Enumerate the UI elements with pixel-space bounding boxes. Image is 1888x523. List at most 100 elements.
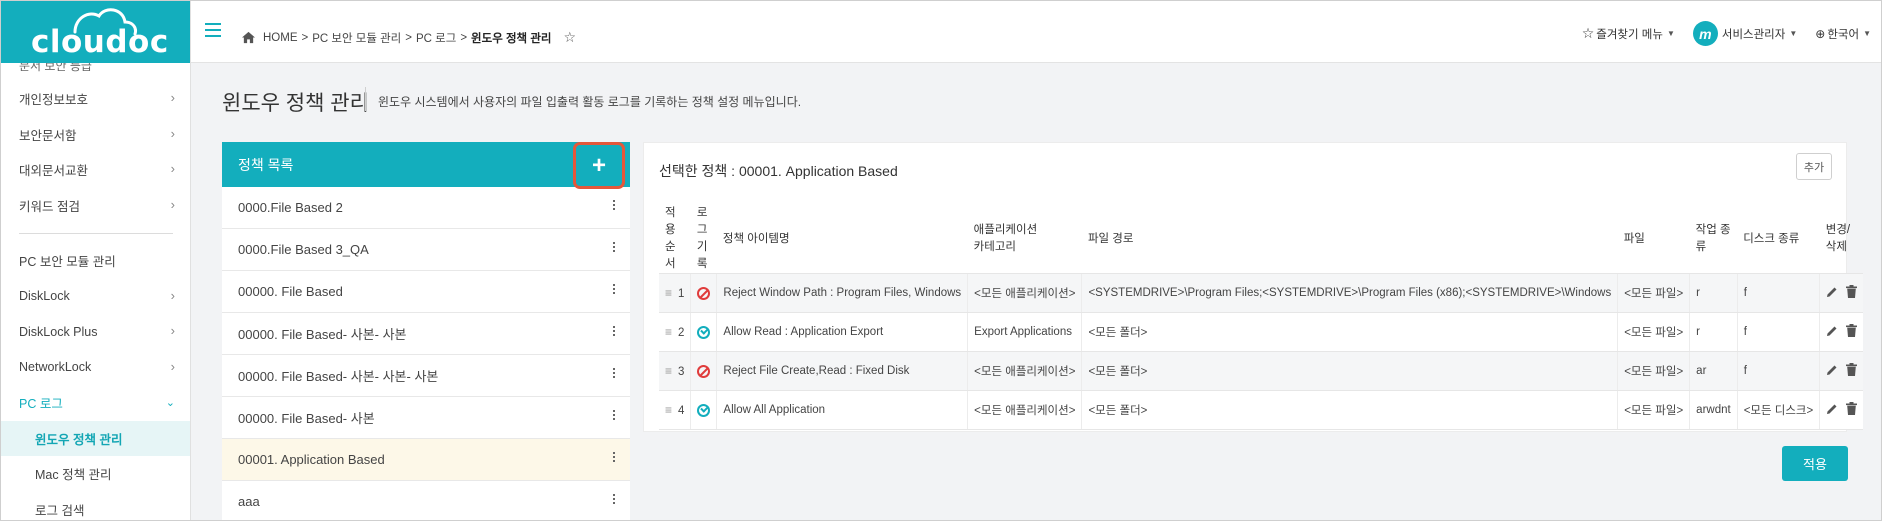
user-menu[interactable]: m 서비스관리자 ▼ — [1692, 21, 1798, 46]
sidebar-item-pc-log[interactable]: PC 로그 ⌄ — [1, 385, 190, 421]
breadcrumb-pc-module[interactable]: PC 보안 모듈 관리 — [312, 30, 401, 46]
row-actions — [1826, 324, 1858, 338]
list-item[interactable]: 0000.File Based 3_QA — [222, 229, 630, 271]
sidebar-item-label: 대외문서교환 — [19, 164, 89, 179]
policy-name: 00000. File Based — [238, 284, 343, 299]
language-label: 한국어 — [1827, 28, 1860, 41]
table-header-row: 적용 순서 로그 기록 정책 아이템명 애플리케이션 카테고리 파일 경로 파일 작… — [659, 205, 1864, 274]
list-item[interactable]: 0000.File Based 2 — [222, 187, 630, 229]
col-file: 파일 — [1617, 205, 1690, 274]
table-body: ≡ 1 Reject Window Path : Program Files, Wi… — [659, 273, 1864, 430]
more-vertical-icon[interactable] — [613, 410, 616, 422]
list-item[interactable]: 00000. File Based- 사본- 사본 — [222, 313, 630, 355]
drag-handle-icon[interactable]: ≡ — [665, 403, 672, 417]
menu-toggle-icon[interactable] — [205, 23, 221, 37]
cell-order: 1 — [678, 288, 685, 300]
sidebar-subitem-windows-policy[interactable]: 윈도우 정책 관리 — [1, 420, 190, 456]
list-item[interactable]: aaa — [222, 481, 630, 520]
trash-icon[interactable] — [1846, 324, 1858, 338]
breadcrumb-home[interactable]: HOME — [263, 32, 298, 44]
sidebar-item-external-exchange[interactable]: 대외문서교환 › — [1, 152, 190, 188]
pencil-icon[interactable] — [1826, 403, 1838, 415]
sidebar-item-privacy[interactable]: 개인정보보호 › — [1, 81, 190, 117]
add-policy-button[interactable]: + — [573, 142, 625, 189]
policy-items-table: 적용 순서 로그 기록 정책 아이템명 애플리케이션 카테고리 파일 경로 파일 작… — [659, 205, 1864, 430]
caret-down-icon: ▼ — [1789, 29, 1798, 38]
cell-op: arwdnt — [1689, 390, 1738, 430]
chevron-right-icon: › — [170, 287, 175, 303]
sidebar-item-disklock[interactable]: DiskLock › — [1, 279, 190, 315]
breadcrumb-separator: > — [460, 31, 468, 44]
list-item[interactable]: 00000. File Based- 사본- 사본- 사본 — [222, 355, 630, 397]
sidebar-subitem-log-search[interactable]: 로그 검색 — [1, 492, 190, 521]
title-divider — [365, 87, 366, 111]
sidebar-subitem-mac-policy[interactable]: Mac 정책 관리 — [1, 456, 190, 492]
sidebar-item-keyword-check[interactable]: 키워드 점검 › — [1, 188, 190, 224]
cell-path: <모든 폴더> — [1081, 390, 1619, 430]
cell-file: <모든 파일> — [1617, 351, 1691, 391]
list-item[interactable]: 00000. File Based- 사본 — [222, 397, 630, 439]
cell-path: <모든 폴더> — [1081, 312, 1619, 352]
add-item-button[interactable]: 추가 — [1796, 153, 1832, 180]
table-row[interactable]: ≡ 3 Reject File Create,Read : Fixed Disk <모… — [659, 351, 1864, 391]
drag-handle-icon[interactable]: ≡ — [665, 364, 672, 378]
apply-button[interactable]: 적용 — [1782, 446, 1848, 481]
table-row[interactable]: ≡ 1 Reject Window Path : Program Files, Wi… — [659, 273, 1864, 313]
cloudoc-logo: cloudoc — [31, 4, 168, 60]
trash-icon[interactable] — [1846, 363, 1858, 377]
sidebar-item-label: 키워드 점검 — [19, 199, 80, 214]
col-order: 적용 순서 — [659, 205, 691, 274]
cell-order: 3 — [678, 366, 685, 378]
sidebar-item-secure-docs[interactable]: 보안문서함 › — [1, 117, 190, 153]
cell-file: <모든 파일> — [1617, 390, 1691, 430]
trash-icon[interactable] — [1846, 285, 1858, 299]
row-actions — [1826, 285, 1858, 299]
more-vertical-icon[interactable] — [613, 200, 616, 212]
home-icon[interactable] — [241, 31, 256, 44]
list-item[interactable]: 00000. File Based — [222, 271, 630, 313]
sidebar-divider — [19, 233, 173, 234]
more-vertical-icon[interactable] — [613, 284, 616, 296]
more-vertical-icon[interactable] — [613, 242, 616, 254]
logo-bar[interactable]: cloudoc — [1, 1, 190, 63]
sidebar-section-header: PC 보안 모듈 관리 — [19, 255, 116, 270]
cell-item-name: Reject File Create,Read : Fixed Disk — [716, 351, 969, 391]
policy-name: aaa — [238, 494, 260, 509]
cell-op: ar — [1689, 351, 1738, 391]
row-actions — [1826, 402, 1858, 416]
more-vertical-icon[interactable] — [613, 368, 616, 380]
policy-name: 00001. Application Based — [238, 452, 385, 467]
sidebar: 문서 보안 등급 cloudoc 개인정보보호 › 보안문서함 › 대외문서교환… — [1, 1, 191, 521]
policy-name: 0000.File Based 3_QA — [238, 242, 369, 257]
more-vertical-icon[interactable] — [613, 494, 616, 506]
star-outline-icon[interactable]: ☆ — [564, 29, 577, 46]
pencil-icon[interactable] — [1826, 364, 1838, 376]
table-row[interactable]: ≡ 2 Allow Read : Application Export Export … — [659, 312, 1864, 352]
trash-icon[interactable] — [1846, 402, 1858, 416]
sidebar-item-disklock-plus[interactable]: DiskLock Plus › — [1, 314, 190, 350]
sidebar-menu: 개인정보보호 › 보안문서함 › 대외문서교환 › 키워드 점검 › PC 보안… — [1, 81, 190, 521]
more-vertical-icon[interactable] — [613, 326, 616, 338]
check-circle-icon — [697, 403, 711, 417]
breadcrumb-pc-log[interactable]: PC 로그 — [416, 30, 456, 46]
pencil-icon[interactable] — [1826, 286, 1838, 298]
col-item-name: 정책 아이템명 — [716, 205, 968, 274]
breadcrumb-separator: > — [301, 31, 309, 44]
drag-handle-icon[interactable]: ≡ — [665, 325, 672, 339]
favorites-menu[interactable]: ☆ 즐겨찾기 메뉴 ▼ — [1582, 25, 1675, 42]
policy-list-panel: 정책 목록 + 0000.File Based 2 0000.File Based… — [222, 142, 630, 520]
drag-handle-icon[interactable]: ≡ — [665, 286, 672, 300]
chevron-right-icon: › — [170, 323, 175, 338]
cell-path: <모든 폴더> — [1081, 351, 1619, 391]
policy-name: 00000. File Based- 사본- 사본- 사본 — [238, 369, 439, 384]
sidebar-item-networklock[interactable]: NetworkLock › — [1, 350, 190, 386]
language-menu[interactable]: ⊕ 한국어 ▼ — [1815, 26, 1871, 42]
col-op: 작업 종류 — [1689, 205, 1738, 274]
pencil-icon[interactable] — [1826, 325, 1838, 337]
block-icon — [697, 286, 711, 300]
more-vertical-icon[interactable] — [613, 452, 616, 464]
cell-order: 2 — [678, 327, 685, 339]
table-row[interactable]: ≡ 4 Allow All Application <모든 애플리케이션> <모든 폴더… — [659, 390, 1864, 430]
favorites-label: 즐겨찾기 메뉴 — [1596, 28, 1663, 41]
list-item[interactable]: 00001. Application Based — [222, 439, 630, 481]
